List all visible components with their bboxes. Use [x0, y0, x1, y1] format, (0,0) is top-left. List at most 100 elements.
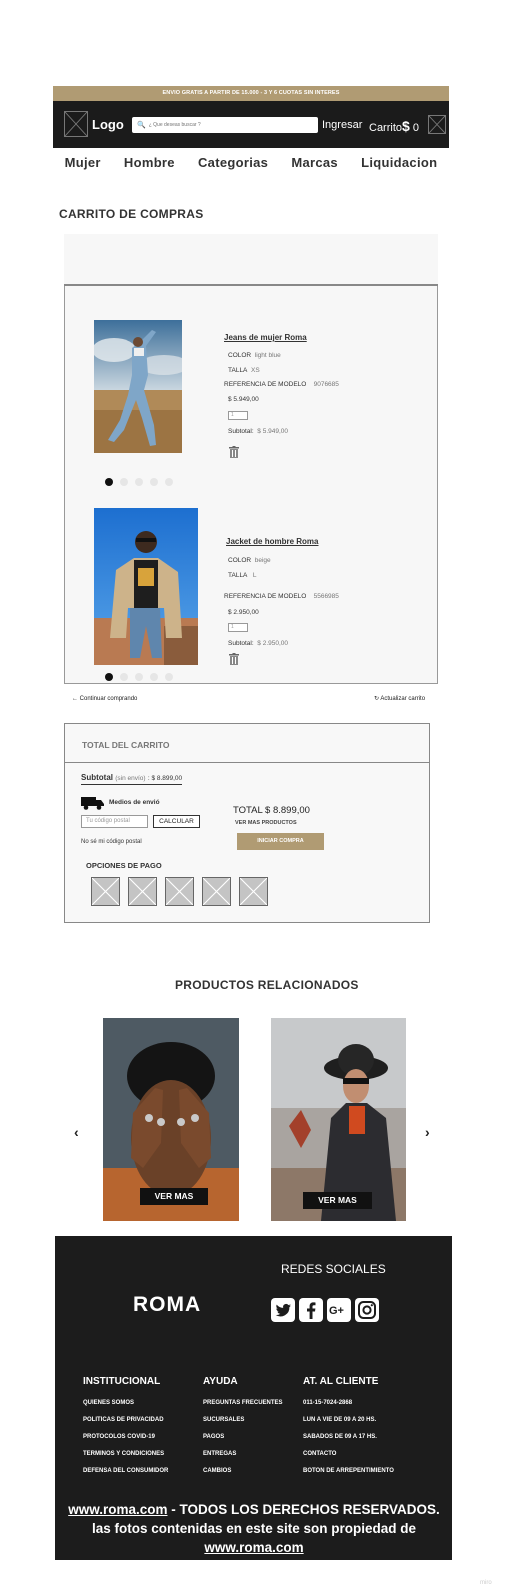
related-product-card[interactable]: VER MAS [103, 1018, 239, 1221]
trash-icon[interactable] [229, 445, 239, 458]
footer-brand[interactable]: ROMA [133, 1293, 201, 1317]
search-bar[interactable]: 🔍 [132, 117, 318, 133]
shipping-label: Medios de envió [109, 799, 160, 806]
page-title: CARRITO DE COMPRAS [59, 207, 204, 221]
carousel-dot[interactable] [120, 673, 128, 681]
search-icon: 🔍 [137, 122, 146, 129]
facebook-icon[interactable] [299, 1298, 323, 1322]
nav-item-categorias[interactable]: Categorias [198, 155, 268, 170]
instagram-icon[interactable] [355, 1298, 379, 1322]
carousel-dot[interactable] [135, 478, 143, 486]
arrow-left-icon: ← [72, 696, 78, 702]
nav-item-mujer[interactable]: Mujer [65, 155, 101, 170]
product-image-jeans[interactable] [94, 320, 182, 453]
related-product-card[interactable]: VER MAS [271, 1018, 406, 1221]
product-price: $ 2.950,00 [228, 609, 259, 616]
payment-method-icon [165, 877, 194, 906]
chevron-right-icon[interactable]: › [425, 1124, 430, 1140]
subtotal-line: Subtotal (sin envío) : $ 8.899,00 [81, 773, 183, 785]
payment-options-title: OPCIONES DE PAGO [86, 861, 162, 870]
svg-text:G+: G+ [329, 1305, 344, 1317]
footer-hours: SABADOS DE 09 A 17 HS. [303, 1434, 377, 1440]
product-reference: REFERENCIA DE MODELO 9076685 [224, 381, 339, 388]
footer-column-title: AT. AL CLIENTE [303, 1376, 379, 1387]
cart-link[interactable]: Carrito$ 0 [369, 118, 419, 134]
footer-hours: LUN A VIE DE 09 A 20 HS. [303, 1417, 377, 1423]
cart-panel-header [64, 234, 438, 286]
cart-total: TOTAL $ 8.899,00 [233, 805, 310, 816]
product-price: $ 5.949,00 [228, 396, 259, 403]
social-title: REDES SOCIALES [281, 1262, 386, 1276]
related-product-image [271, 1018, 406, 1221]
no-postal-link[interactable]: No sé mi código postal [81, 839, 142, 845]
trash-icon[interactable] [229, 652, 239, 665]
carousel-dot[interactable] [150, 673, 158, 681]
product-name[interactable]: Jacket de hombre Roma [226, 537, 318, 546]
footer-link[interactable]: PAGOS [203, 1434, 224, 1440]
footer-link[interactable]: CONTACTO [303, 1451, 336, 1457]
see-more-products-link[interactable]: VER MAS PRODUCTOS [235, 820, 297, 826]
cart-total: 0 [412, 122, 419, 134]
carousel-dot[interactable] [150, 478, 158, 486]
cart-currency: $ [402, 118, 410, 134]
login-link[interactable]: Ingresar [322, 119, 362, 131]
payment-method-icon [202, 877, 231, 906]
see-more-button[interactable]: VER MAS [140, 1188, 208, 1205]
footer-link[interactable]: BOTON DE ARREPENTIMIENTO [303, 1468, 394, 1474]
checkout-button[interactable]: INICIAR COMPRA [237, 833, 324, 850]
image-carousel-dots [105, 478, 173, 486]
twitter-icon[interactable] [271, 1298, 295, 1322]
quantity-stepper[interactable]: 1 [228, 623, 248, 632]
copyright-link[interactable]: www.roma.com [204, 1540, 303, 1555]
related-products-title: PRODUCTOS RELACIONADOS [175, 978, 359, 992]
logo-text[interactable]: Logo [92, 117, 124, 132]
copyright-link[interactable]: www.roma.com [68, 1502, 167, 1517]
continue-shopping-link[interactable]: ← Continuar comprando [72, 696, 137, 702]
update-cart-link[interactable]: ↻ Actualizar carrito [374, 695, 425, 702]
footer-link[interactable]: ENTREGAS [203, 1451, 236, 1457]
carousel-dot[interactable] [105, 673, 113, 681]
carousel-dot[interactable] [120, 478, 128, 486]
payment-method-icon [128, 877, 157, 906]
nav-item-marcas[interactable]: Marcas [291, 155, 338, 170]
postal-code-input[interactable]: Tu código postal [81, 815, 148, 828]
promo-banner: ENVIO GRATIS A PARTIR DE 15.000 - 3 Y 6 … [53, 86, 449, 101]
search-input[interactable] [148, 122, 309, 128]
calculate-button[interactable]: CALCULAR [153, 815, 200, 828]
cart-label: Carrito [369, 122, 403, 134]
product-color: COLOR beige [228, 557, 271, 564]
carousel-dot[interactable] [165, 673, 173, 681]
see-more-button[interactable]: VER MAS [303, 1192, 372, 1209]
footer-link[interactable]: CAMBIOS [203, 1468, 231, 1474]
footer-link[interactable]: DEFENSA DEL CONSUMIDOR [83, 1468, 168, 1474]
product-image-jacket[interactable] [94, 508, 198, 665]
product-name[interactable]: Jeans de mujer Roma [224, 333, 307, 342]
carousel-dot[interactable] [135, 673, 143, 681]
footer-link[interactable]: POLITICAS DE PRIVACIDAD [83, 1417, 164, 1423]
footer-link[interactable]: QUIENES SOMOS [83, 1400, 134, 1406]
footer-link[interactable]: SUCURSALES [203, 1417, 244, 1423]
quantity-stepper[interactable]: 1 [228, 411, 248, 420]
chevron-left-icon[interactable]: ‹ [74, 1124, 79, 1140]
footer-link[interactable]: TERMINOS Y CONDICIONES [83, 1451, 164, 1457]
image-carousel-dots [105, 673, 173, 681]
payment-method-icon [91, 877, 120, 906]
refresh-icon: ↻ [374, 696, 380, 702]
footer-column-title: INSTITUCIONAL [83, 1376, 161, 1387]
product-size: TALLA XS [228, 367, 260, 374]
truck-icon [81, 796, 105, 810]
google-plus-icon[interactable]: G+ [327, 1298, 351, 1322]
carousel-dot[interactable] [105, 478, 113, 486]
payment-method-icon [239, 877, 268, 906]
nav-item-liquidacion[interactable]: Liquidacion [361, 155, 437, 170]
nav-item-hombre[interactable]: Hombre [124, 155, 175, 170]
footer-phone[interactable]: 011-15-7024-2868 [303, 1400, 352, 1406]
footer-link[interactable]: PROTOCOLOS COVID-19 [83, 1434, 155, 1440]
footer-link[interactable]: PREGUNTAS FRECUENTES [203, 1400, 283, 1406]
copyright-notice: www.roma.com - TODOS LOS DERECHOS RESERV… [68, 1502, 440, 1555]
logo-placeholder-icon[interactable] [64, 111, 88, 137]
main-nav: Mujer Hombre Categorias Marcas Liquidaci… [53, 152, 449, 172]
product-size: TALLA L [228, 572, 257, 579]
cart-placeholder-icon[interactable] [428, 115, 446, 134]
carousel-dot[interactable] [165, 478, 173, 486]
